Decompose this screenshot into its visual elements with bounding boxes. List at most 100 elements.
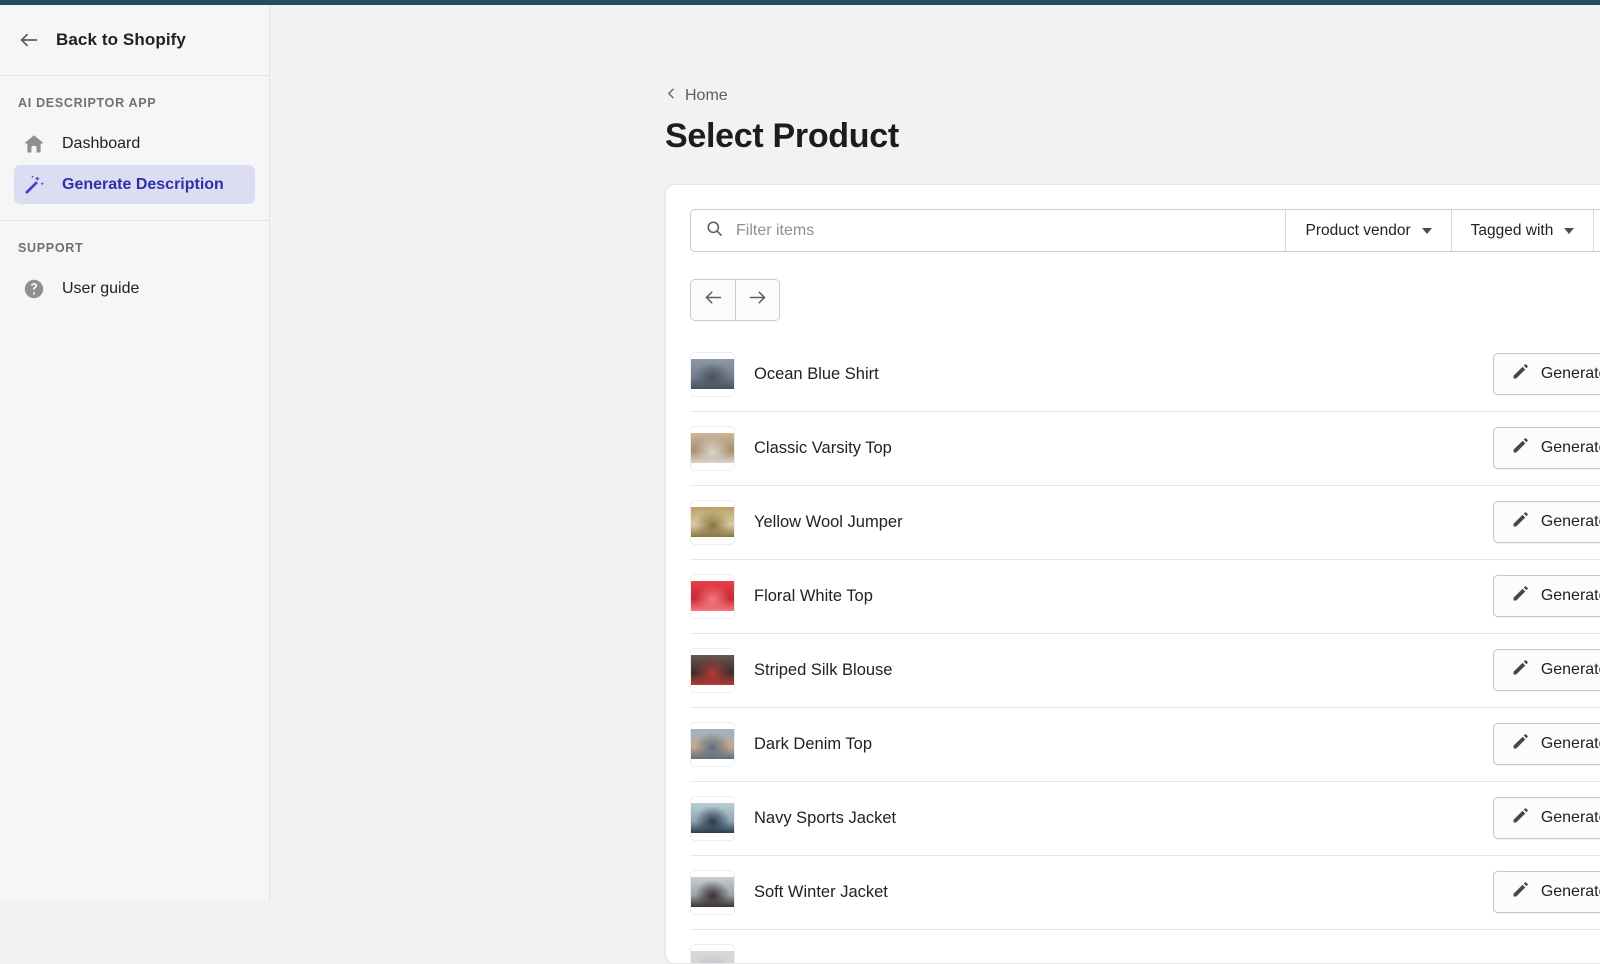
pencil-icon — [1511, 658, 1530, 682]
breadcrumb-home[interactable]: Home — [665, 87, 728, 105]
arrow-left-icon — [18, 29, 40, 51]
generate-description-button[interactable]: Generate Description — [1493, 353, 1600, 395]
sidebar-item-label-dashboard: Dashboard — [62, 135, 140, 153]
filter-product-vendor-label: Product vendor — [1305, 222, 1410, 240]
product-name: Striped Silk Blouse — [754, 661, 1493, 680]
filter-product-vendor-button[interactable]: Product vendor — [1286, 210, 1451, 251]
chevron-down-icon — [1422, 228, 1432, 234]
search-input[interactable] — [736, 222, 1271, 240]
generate-description-button[interactable]: Generate Description — [1493, 501, 1600, 543]
product-name: Floral White Top — [754, 587, 1493, 606]
filter-bar: Product vendor Tagged with More filters — [690, 209, 1600, 252]
product-name: Soft Winter Jacket — [754, 883, 1493, 902]
generate-description-label: Generate Description — [1541, 587, 1600, 605]
sidebar-item-user-guide[interactable]: User guide — [14, 269, 255, 308]
product-thumbnail-image — [691, 581, 734, 611]
nav-section-title-app: AI DESCRIPTOR APP — [0, 96, 269, 122]
pagination-controls — [690, 279, 780, 321]
generate-description-button[interactable]: Generate Description — [1493, 871, 1600, 913]
home-icon — [22, 132, 46, 156]
product-thumbnail-image — [691, 507, 734, 537]
nav-section-title-support: SUPPORT — [0, 241, 269, 267]
table-row[interactable]: Soft Winter Jacket Generate Description — [666, 855, 1600, 929]
product-name: Ocean Blue Shirt — [754, 365, 1493, 384]
product-name: Yellow Wool Jumper — [754, 513, 1493, 532]
sidebar-item-generate-description[interactable]: Generate Description — [14, 165, 255, 204]
product-thumbnail-image — [691, 803, 734, 833]
arrow-right-icon — [747, 287, 768, 313]
pencil-icon — [1511, 436, 1530, 460]
table-row[interactable] — [666, 929, 1600, 964]
chevron-left-icon — [665, 87, 678, 105]
table-row[interactable]: Ocean Blue Shirt Generate Description — [666, 337, 1600, 411]
page-title: Select Product — [665, 117, 1600, 156]
product-thumbnail — [690, 426, 735, 471]
breadcrumb-label: Home — [685, 87, 728, 105]
product-name: Dark Denim Top — [754, 735, 1493, 754]
pencil-icon — [1511, 806, 1530, 830]
filter-tagged-with-label: Tagged with — [1471, 222, 1554, 240]
product-thumbnail — [690, 796, 735, 841]
product-thumbnail-image — [691, 359, 734, 389]
magic-wand-icon — [22, 173, 46, 197]
sidebar-item-label-generate-description: Generate Description — [62, 176, 224, 194]
main-content: Home Select Product — [270, 5, 1600, 900]
back-to-shopify-label: Back to Shopify — [56, 30, 186, 50]
generate-description-button[interactable]: Generate Description — [1493, 723, 1600, 765]
generate-description-label: Generate Description — [1541, 661, 1600, 679]
search-icon — [705, 219, 724, 243]
sidebar-item-label-user-guide: User guide — [62, 280, 139, 298]
nav-section-support: SUPPORT User guide — [0, 220, 269, 324]
search-field-wrapper[interactable] — [691, 210, 1286, 251]
arrow-left-icon — [703, 287, 724, 313]
pencil-icon — [1511, 880, 1530, 904]
generate-description-label: Generate Description — [1541, 439, 1600, 457]
table-row[interactable]: Classic Varsity Top Generate Description — [666, 411, 1600, 485]
chevron-down-icon — [1564, 228, 1574, 234]
generate-description-button[interactable]: Generate Description — [1493, 427, 1600, 469]
more-filters-button[interactable]: More filters — [1594, 210, 1600, 251]
product-thumbnail-image — [691, 655, 734, 685]
product-list: Ocean Blue ShirtGenerate DescriptionClas… — [666, 337, 1600, 964]
product-name: Classic Varsity Top — [754, 439, 1493, 458]
generate-description-button[interactable]: Generate Description — [1493, 575, 1600, 617]
product-thumbnail-image — [691, 433, 734, 463]
generate-description-button[interactable]: Generate Description — [1493, 797, 1600, 839]
generate-description-label: Generate Description — [1541, 883, 1600, 901]
product-thumbnail-image — [691, 877, 734, 907]
product-thumbnail — [690, 648, 735, 693]
generate-description-button[interactable]: Generate Description — [1493, 649, 1600, 691]
product-name: Navy Sports Jacket — [754, 809, 1493, 828]
table-row[interactable]: Dark Denim Top Generate Description — [666, 707, 1600, 781]
product-list-card: Product vendor Tagged with More filters — [665, 184, 1600, 964]
table-row[interactable]: Striped Silk Blouse Generate Description — [666, 633, 1600, 707]
product-thumbnail — [690, 870, 735, 915]
generate-description-label: Generate Description — [1541, 809, 1600, 827]
pencil-icon — [1511, 584, 1530, 608]
product-thumbnail-image — [691, 951, 734, 964]
nav-section-app: AI DESCRIPTOR APP Dashboard — [0, 76, 269, 220]
sidebar: Back to Shopify AI DESCRIPTOR APP Dashbo… — [0, 5, 270, 900]
table-row[interactable]: Yellow Wool Jumper Generate Description — [666, 485, 1600, 559]
generate-description-label: Generate Description — [1541, 513, 1600, 531]
pencil-icon — [1511, 510, 1530, 534]
help-circle-icon — [22, 277, 46, 301]
product-thumbnail — [690, 352, 735, 397]
product-thumbnail — [690, 944, 735, 964]
product-thumbnail — [690, 500, 735, 545]
pencil-icon — [1511, 732, 1530, 756]
generate-description-label: Generate Description — [1541, 735, 1600, 753]
back-to-shopify-link[interactable]: Back to Shopify — [0, 5, 269, 76]
pagination-next-button[interactable] — [735, 280, 779, 320]
product-thumbnail — [690, 574, 735, 619]
pencil-icon — [1511, 362, 1530, 386]
table-row[interactable]: Navy Sports Jacket Generate Description — [666, 781, 1600, 855]
filter-tagged-with-button[interactable]: Tagged with — [1452, 210, 1595, 251]
generate-description-label: Generate Description — [1541, 365, 1600, 383]
pagination-previous-button[interactable] — [691, 280, 735, 320]
product-thumbnail-image — [691, 729, 734, 759]
app-root: Back to Shopify AI DESCRIPTOR APP Dashbo… — [0, 5, 1600, 900]
product-thumbnail — [690, 722, 735, 767]
table-row[interactable]: Floral White Top Generate Description — [666, 559, 1600, 633]
sidebar-item-dashboard[interactable]: Dashboard — [14, 124, 255, 163]
